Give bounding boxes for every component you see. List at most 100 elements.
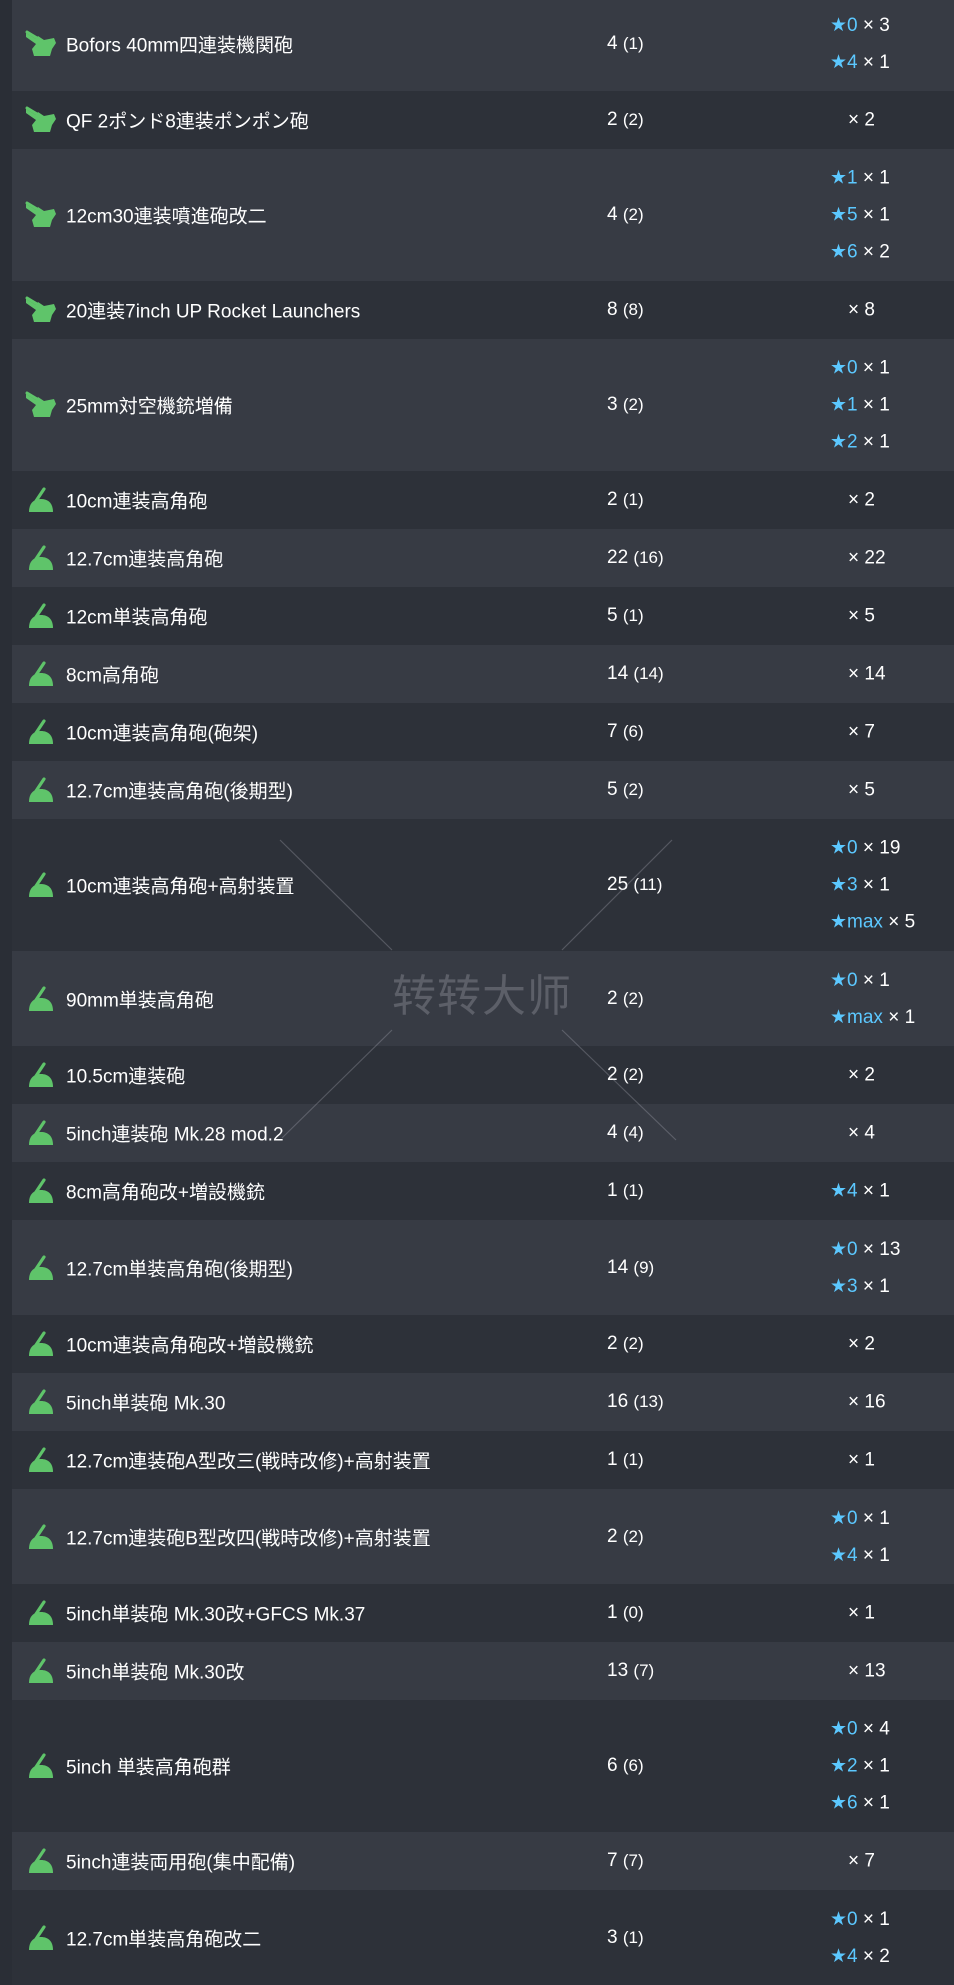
equipment-name: 12.7cm連装高角砲 xyxy=(66,549,224,571)
improvement-entry: ★4 × 1 xyxy=(830,1542,890,1569)
count-unlocked: (16) xyxy=(633,548,664,567)
ha-gun-icon xyxy=(24,1329,58,1359)
star-level: ★2 xyxy=(830,431,858,453)
equipment-count: 14 (9) xyxy=(607,1257,654,1279)
star-count: × 1 xyxy=(862,1792,890,1814)
table-row[interactable]: 5inch 単装高角砲群 6 (6) ★0 × 4 ★2 × 1 ★6 × 1 xyxy=(12,1700,954,1832)
equipment-name: 10cm連装高角砲 xyxy=(66,491,208,513)
improvement-entry: ★0 × 19 xyxy=(830,835,915,862)
table-row[interactable]: 20連装7inch UP Rocket Launchers 8 (8) × 8 xyxy=(12,281,954,339)
count-total: 5 xyxy=(607,605,618,626)
star-count: × 13 xyxy=(862,1238,901,1260)
table-row[interactable]: 8cm高角砲改+増設機銃 1 (1) ★4 × 1 xyxy=(12,1162,954,1220)
ha-gun-icon xyxy=(24,659,58,689)
table-row[interactable]: 12.7cm単装高角砲改二 3 (1) ★0 × 1 ★4 × 2 xyxy=(12,1890,954,1985)
star-count: × 1 xyxy=(862,1755,890,1777)
table-row[interactable]: 10.5cm連装砲 2 (2) × 2 xyxy=(12,1046,954,1104)
equipment-count: 13 (7) xyxy=(607,1660,654,1682)
table-row[interactable]: 90mm単装高角砲 2 (2) ★0 × 1 ★max × 1 xyxy=(12,951,954,1046)
ha-gun-icon xyxy=(24,485,58,515)
table-row[interactable]: Bofors 40mm四連装機関砲 4 (1) ★0 × 3 ★4 × 1 xyxy=(12,0,954,91)
equipment-count: 4 (4) xyxy=(607,1122,644,1144)
table-row[interactable]: 12.7cm連装高角砲 22 (16) × 22 xyxy=(12,529,954,587)
table-row[interactable]: 12.7cm連装砲B型改四(戦時改修)+高射装置 2 (2) ★0 × 1 ★4 × … xyxy=(12,1489,954,1584)
star-level: ★0 xyxy=(830,1718,858,1740)
table-row[interactable]: 10cm連装高角砲+高射装置 25 (11) ★0 × 19 ★3 × 1 ★max ×… xyxy=(12,819,954,951)
equipment-count: 2 (2) xyxy=(607,988,644,1010)
table-row[interactable]: 12.7cm連装高角砲(後期型) 5 (2) × 5 xyxy=(12,761,954,819)
table-row[interactable]: 8cm高角砲 14 (14) × 14 xyxy=(12,645,954,703)
improvement-list: × 2 xyxy=(830,1331,875,1358)
star-level: ★1 xyxy=(830,167,858,189)
improvement-entry: ★max × 5 xyxy=(830,909,915,936)
table-row[interactable]: 10cm連装高角砲 2 (1) × 2 xyxy=(12,471,954,529)
count-unlocked: (8) xyxy=(622,300,644,319)
star-count: × 1 xyxy=(862,357,890,379)
equipment-name: 5inch連装砲 Mk.28 mod.2 xyxy=(66,1124,284,1146)
count-unlocked: (2) xyxy=(622,395,644,414)
count-total: 7 xyxy=(607,721,618,742)
count-unlocked: (7) xyxy=(633,1661,655,1680)
equipment-name: 5inch連装両用砲(集中配備) xyxy=(66,1852,296,1874)
count-total: 2 xyxy=(607,1525,618,1547)
table-row[interactable]: QF 2ポンド8連装ポンポン砲 2 (2) × 2 xyxy=(12,91,954,149)
ha-gun-icon xyxy=(24,1118,58,1148)
equipment-name: 5inch単装砲 Mk.30 xyxy=(66,1393,226,1415)
count-unlocked: (1) xyxy=(622,1450,644,1469)
table-row[interactable]: 12.7cm連装砲A型改三(戦時改修)+高射装置 1 (1) × 1 xyxy=(12,1431,954,1489)
count-unlocked: (7) xyxy=(622,1851,644,1870)
star-level: ★3 xyxy=(830,874,858,896)
equipment-count: 22 (16) xyxy=(607,547,664,569)
table-row[interactable]: 5inch連装砲 Mk.28 mod.2 4 (4) × 4 xyxy=(12,1104,954,1162)
table-row[interactable]: 5inch単装砲 Mk.30改 13 (7) × 13 xyxy=(12,1642,954,1700)
equipment-count: 3 (1) xyxy=(607,1927,644,1949)
plain-count: × 1 xyxy=(848,1449,875,1471)
aa-gun-icon xyxy=(24,29,58,59)
count-total: 2 xyxy=(607,1333,618,1354)
star-level: ★2 xyxy=(830,1755,858,1777)
ha-gun-icon xyxy=(24,1387,58,1417)
table-row[interactable]: 25mm対空機銃増備 3 (2) ★0 × 1 ★1 × 1 ★2 × 1 xyxy=(12,339,954,471)
equipment-name: 12cm単装高角砲 xyxy=(66,607,208,629)
plain-count: × 2 xyxy=(848,1064,875,1086)
table-row[interactable]: 10cm連装高角砲改+増設機銃 2 (2) × 2 xyxy=(12,1315,954,1373)
plain-count: × 1 xyxy=(848,1602,875,1624)
count-total: 14 xyxy=(607,663,629,684)
improvement-list: ★0 × 19 ★3 × 1 ★max × 5 xyxy=(830,835,915,936)
count-unlocked: (2) xyxy=(622,110,644,129)
table-row[interactable]: 5inch単装砲 Mk.30改+GFCS Mk.37 1 (0) × 1 xyxy=(12,1584,954,1642)
count-total: 25 xyxy=(607,874,629,895)
star-level: ★0 xyxy=(830,969,858,991)
improvement-entry: ★3 × 1 xyxy=(830,872,915,899)
aa-gun-icon xyxy=(24,295,58,325)
ha-gun-icon xyxy=(24,775,58,805)
plain-count: × 8 xyxy=(848,299,875,321)
count-unlocked: (2) xyxy=(622,1526,644,1546)
equipment-name: 10cm連装高角砲+高射装置 xyxy=(66,876,295,898)
improvement-entry: ★1 × 1 xyxy=(830,392,890,419)
table-row[interactable]: 12.7cm単装高角砲(後期型) 14 (9) ★0 × 13 ★3 × 1 xyxy=(12,1220,954,1315)
table-row[interactable]: 5inch連装両用砲(集中配備) 7 (7) × 7 xyxy=(12,1832,954,1890)
count-unlocked: (2) xyxy=(622,205,644,224)
star-count: × 19 xyxy=(862,837,901,859)
improvement-list: × 1 xyxy=(830,1447,875,1474)
count-total: 4 xyxy=(607,32,618,54)
count-unlocked: (11) xyxy=(633,875,663,894)
equipment-name: 5inch単装砲 Mk.30改+GFCS Mk.37 xyxy=(66,1604,366,1626)
improvement-list: × 13 xyxy=(830,1658,886,1685)
table-row[interactable]: 12cm30連装噴進砲改二 4 (2) ★1 × 1 ★5 × 1 ★6 × 2 xyxy=(12,149,954,281)
table-row[interactable]: 12cm単装高角砲 5 (1) × 5 xyxy=(12,587,954,645)
improvement-entry: ★0 × 1 xyxy=(830,1505,890,1532)
table-row[interactable]: 5inch単装砲 Mk.30 16 (13) × 16 xyxy=(12,1373,954,1431)
improvement-entry: ★6 × 2 xyxy=(830,239,890,266)
table-row[interactable]: 10cm連装高角砲(砲架) 7 (6) × 7 xyxy=(12,703,954,761)
star-level: ★4 xyxy=(830,1544,858,1566)
equipment-count: 25 (11) xyxy=(607,874,662,896)
improvement-entry: ★0 × 1 xyxy=(830,967,915,994)
equipment-name: 20連装7inch UP Rocket Launchers xyxy=(66,301,361,323)
star-count: × 1 xyxy=(862,394,890,416)
count-unlocked: (1) xyxy=(622,33,644,53)
star-count: × 1 xyxy=(862,874,890,896)
improvement-list: ★0 × 1 ★4 × 1 xyxy=(830,1505,890,1569)
equipment-name: 12.7cm単装高角砲改二 xyxy=(66,1929,262,1950)
